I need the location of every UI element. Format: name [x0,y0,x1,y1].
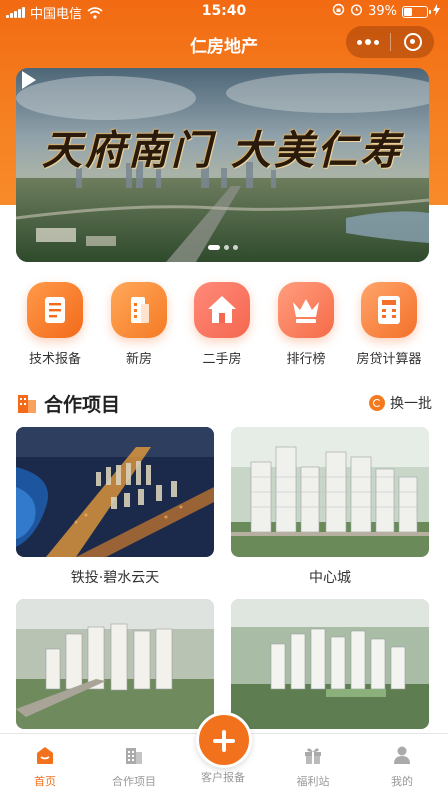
gift-icon [305,748,321,764]
project-name: 铁投·碧水云天 [70,570,160,586]
tab-label: 客户报备 [201,771,245,784]
play-icon[interactable] [16,68,40,92]
tab-label: 福利站 [296,775,330,788]
status-bar: 中国电信 15:40 39% [0,0,448,22]
user-icon [394,746,410,764]
plus-icon[interactable] [196,712,252,768]
target-close-icon[interactable] [391,26,434,58]
project-image [16,599,214,729]
tab-welfare[interactable]: 福利站 [268,734,358,793]
menu-item-second-hand[interactable]: 二手房 [177,282,267,367]
tab-label: 首页 [34,775,56,788]
tab-projects[interactable]: 合作项目 [89,734,179,793]
miniprogram-capsule [346,26,434,58]
project-card[interactable] [231,599,429,739]
app-page: 中国电信 15:40 39% 仁房地产 天府南门 大美仁寿 技术报备 新房 二手… [0,0,448,793]
crown-icon [278,282,334,338]
menu-label: 房贷计算器 [356,352,422,367]
charging-icon [433,3,440,20]
project-card[interactable]: 中心城 [231,427,429,587]
more-dots-icon[interactable] [346,26,390,58]
menu-item-ranking[interactable]: 排行榜 [261,282,351,367]
document-icon [27,282,83,338]
project-image [231,599,429,729]
building-icon [111,282,167,338]
banner-headline: 天府南门 大美仁寿 [42,127,403,174]
project-image [231,427,429,557]
office-building-icon [126,748,142,764]
banner-carousel[interactable]: 天府南门 大美仁寿 [16,68,429,262]
house-icon [194,282,250,338]
calculator-icon [361,282,417,338]
battery-icon [402,5,431,18]
menu-label: 排行榜 [286,352,326,367]
menu-item-report[interactable]: 技术报备 [10,282,100,367]
refresh-label: 换一批 [390,396,432,412]
home-icon [37,747,53,764]
refresh-icon [369,395,385,411]
tab-mine[interactable]: 我的 [357,734,447,793]
menu-label: 新房 [125,352,152,367]
refresh-button[interactable]: 换一批 [369,393,432,413]
project-card[interactable] [16,599,214,739]
section-title: 合作项目 [44,394,121,416]
carousel-dot[interactable] [232,245,238,250]
menu-label: 技术报备 [28,352,81,367]
project-card[interactable]: 铁投·碧水云天 [16,427,214,587]
menu-item-new-house[interactable]: 新房 [94,282,184,367]
menu-label: 二手房 [202,352,242,367]
tab-label: 我的 [391,775,413,788]
project-image [16,427,214,557]
project-name: 中心城 [309,570,351,586]
quick-menu: 技术报备 新房 二手房 排行榜 房贷计算器 [0,282,448,372]
carousel-dot[interactable] [207,245,220,250]
alarm-icon [350,3,363,20]
tab-home[interactable]: 首页 [0,734,90,793]
carousel-indicator [16,245,429,250]
orientation-lock-icon [332,3,345,20]
battery-level [404,7,412,16]
carousel-dot[interactable] [223,245,229,250]
section-header: 合作项目 换一批 [16,388,432,416]
battery-percent: 39% [368,4,397,19]
menu-item-loan-calculator[interactable]: 房贷计算器 [344,282,434,367]
office-building-icon [18,395,36,413]
tab-label: 合作项目 [112,775,156,788]
